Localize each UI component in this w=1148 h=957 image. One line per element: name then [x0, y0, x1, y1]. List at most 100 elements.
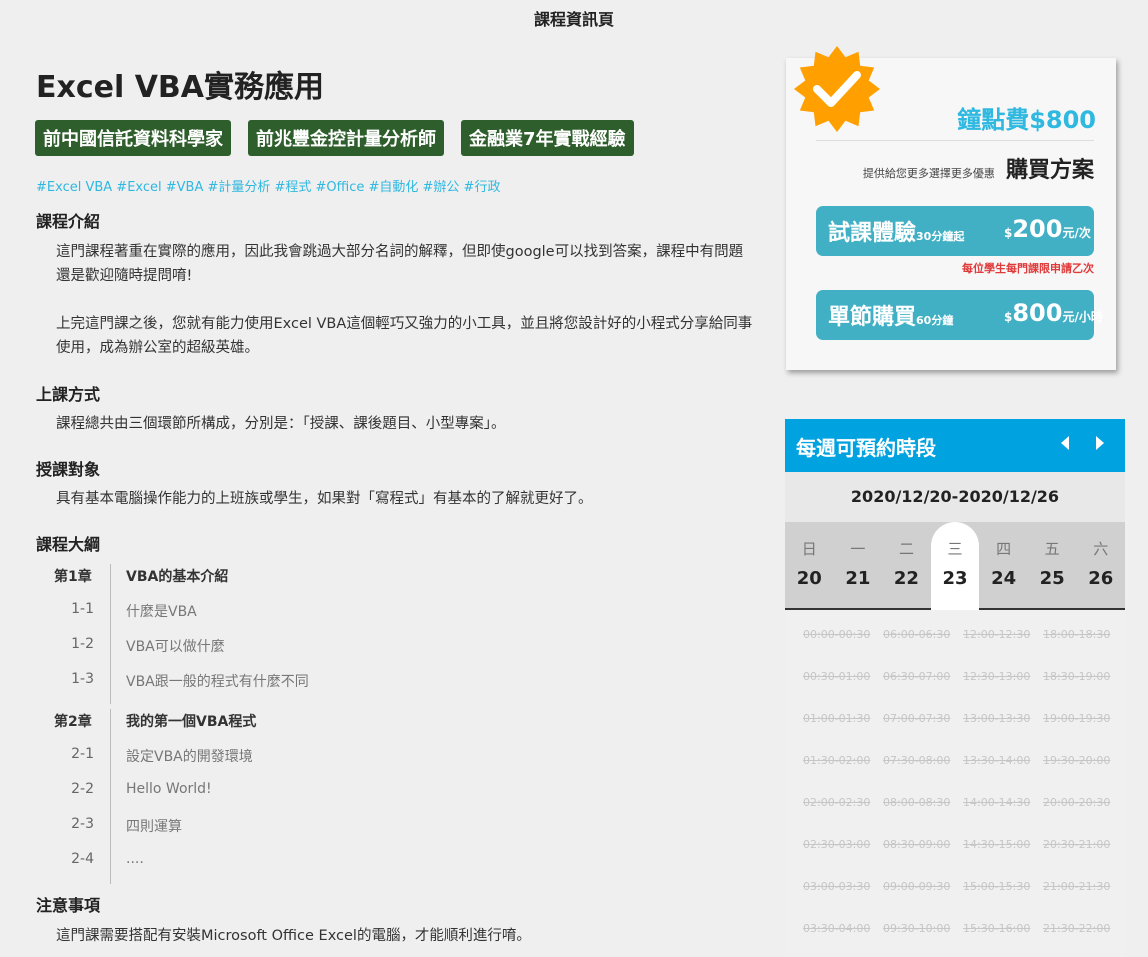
prev-week-icon[interactable]	[1061, 436, 1069, 450]
time-slot-row: 01:30-02:00 07:30-08:00 13:30-14:00 19:30-2…	[785, 754, 1125, 796]
plan-subtitle: 提供給您更多選擇更多優惠	[862, 167, 995, 180]
time-slot-row: 01:00-01:30 07:00-07:30 13:00-13:30 19:00-1…	[785, 712, 1125, 754]
time-slot-unavailable: 02:00-02:30	[803, 796, 871, 809]
plan-price: 800	[1012, 299, 1063, 327]
time-slot-row: 02:30-03:00 08:30-09:00 14:30-15:00 20:30-2…	[785, 838, 1125, 880]
lesson-title: 什麼是VBA	[126, 604, 197, 620]
time-slot-unavailable: 19:30-20:00	[1043, 754, 1111, 767]
course-tags[interactable]: #Excel VBA #Excel #VBA #計量分析 #程式 #Office…	[36, 176, 500, 195]
chapter-title: VBA的基本介紹	[126, 569, 229, 585]
day-tab[interactable]: 五 25	[1028, 522, 1077, 608]
time-slot-unavailable: 02:30-03:00	[803, 838, 871, 851]
hourly-fee: 鐘點費$800	[957, 106, 1096, 134]
lesson-number: 1-3	[71, 671, 94, 687]
section-title-method: 上課方式	[36, 385, 101, 404]
time-slot-unavailable: 07:00-07:30	[883, 712, 951, 725]
plan-header: 提供給您更多選擇更多優惠 購買方案	[863, 152, 1094, 184]
trial-plan-button[interactable]: 試課體驗30分鐘起 $200元/次	[816, 206, 1094, 256]
time-slot-unavailable: 21:30-22:00	[1043, 922, 1111, 935]
time-slot-unavailable: 12:30-13:00	[963, 670, 1031, 683]
teacher-badge: 前中國信託資料科學家	[35, 120, 231, 156]
lesson-number: 2-1	[71, 746, 94, 762]
time-slot-unavailable: 12:00-12:30	[963, 628, 1031, 641]
chapter-number: 第1章	[54, 569, 92, 585]
trial-limit-note: 每位學生每門課限申請乙次	[962, 262, 1094, 275]
time-slot-row: 00:30-01:00 06:30-07:00 12:30-13:00 18:30-1…	[785, 670, 1125, 712]
time-slot-unavailable: 09:00-09:30	[883, 880, 951, 893]
lesson-row: 1-1 什麼是VBA	[54, 599, 754, 634]
day-tab[interactable]: 日 20	[785, 522, 834, 608]
time-slot-unavailable: 01:30-02:00	[803, 754, 871, 767]
day-tab[interactable]: 二 22	[882, 522, 931, 608]
lesson-title: 四則運算	[126, 819, 182, 835]
day-selector: 日 20 一 21 二 22 三 23 四 24 五 25 六 26	[785, 522, 1125, 610]
time-slot-unavailable: 06:30-07:00	[883, 670, 951, 683]
time-slot-row: 00:00-00:30 06:00-06:30 12:00-12:30 18:00-1…	[785, 628, 1125, 670]
intro-paragraph: 上完這門課之後，您就有能力使用Excel VBA這個輕巧又強力的小工具，並且將您…	[56, 316, 753, 356]
section-title-outline: 課程大綱	[36, 535, 101, 554]
time-slot-unavailable: 15:30-16:00	[963, 922, 1031, 935]
verified-badge-icon	[794, 46, 880, 132]
plan-duration: 60分鐘	[916, 314, 954, 327]
lesson-title: VBA可以做什麼	[126, 639, 225, 655]
time-slot-unavailable: 14:00-14:30	[963, 796, 1031, 809]
teacher-badge: 金融業7年實戰經驗	[461, 120, 634, 156]
time-slot-unavailable: 20:30-21:00	[1043, 838, 1111, 851]
lesson-row: 1-3 VBA跟一般的程式有什麼不同	[54, 669, 754, 704]
section-title-intro: 課程介紹	[36, 212, 101, 231]
lesson-title: VBA跟一般的程式有什麼不同	[126, 674, 309, 690]
time-slot-unavailable: 08:00-08:30	[883, 796, 951, 809]
plan-title: 購買方案	[1005, 158, 1094, 183]
booking-header: 每週可預約時段	[785, 419, 1125, 472]
time-slot-unavailable: 13:00-13:30	[963, 712, 1031, 725]
single-plan-button[interactable]: 單節購買60分鐘 $800元/小時	[816, 290, 1103, 340]
chapter-block: 第2章 我的第一個VBA程式 2-1 設定VBA的開發環境 2-2 Hello …	[54, 709, 754, 884]
time-slot-unavailable: 13:30-14:00	[963, 754, 1031, 767]
lesson-row: 2-2 Hello World!	[54, 779, 754, 814]
plan-name: 試課體驗	[828, 221, 917, 246]
day-tab-selected[interactable]: 三 23	[930, 522, 980, 610]
booking-calendar: 每週可預約時段 2020/12/20-2020/12/26 日 20 一 21 二2…	[785, 419, 1125, 957]
time-slot-unavailable: 21:00-21:30	[1043, 880, 1111, 893]
divider	[816, 140, 1094, 141]
time-slot-unavailable: 08:30-09:00	[883, 838, 951, 851]
time-slot-unavailable: 03:30-04:00	[803, 922, 871, 935]
lesson-number: 2-2	[71, 781, 94, 797]
time-slot-unavailable: 09:30-10:00	[883, 922, 951, 935]
section-title-audience: 授課對象	[36, 460, 101, 479]
chapter-title: 我的第一個VBA程式	[126, 714, 257, 730]
notes-text: 這門課需要搭配有安裝Microsoft Office Excel的電腦，才能順利…	[56, 928, 531, 944]
plan-duration: 30分鐘起	[916, 230, 965, 243]
time-slot-unavailable: 03:00-03:30	[803, 880, 871, 893]
day-tab[interactable]: 四 24	[979, 522, 1028, 608]
page-title: 課程資訊頁	[533, 10, 614, 29]
lesson-row: 2-4 ....	[54, 849, 754, 884]
lesson-row: 2-1 設定VBA的開發環境	[54, 744, 754, 779]
course-title: Excel VBA實務應用	[36, 70, 325, 105]
time-slot-unavailable: 18:30-19:00	[1043, 670, 1111, 683]
time-slot-row: 03:30-04:00 09:30-10:00 15:30-16:00 21:30-2…	[785, 922, 1125, 957]
plan-price: 200	[1012, 215, 1063, 243]
teacher-badges: 前中國信託資料科學家 前兆豐金控計量分析師 金融業7年實戰經驗	[35, 120, 634, 156]
time-slot-unavailable: 06:00-06:30	[883, 628, 951, 641]
time-slot-unavailable: 07:30-08:00	[883, 754, 951, 767]
chapter-block: 第1章 VBA的基本介紹 1-1 什麼是VBA 1-2 VBA可以做什麼 1-3…	[54, 564, 754, 704]
time-slot-unavailable: 14:30-15:00	[963, 838, 1031, 851]
section-title-notes: 注意事項	[36, 896, 101, 915]
teacher-badge: 前兆豐金控計量分析師	[248, 120, 444, 156]
time-slot-unavailable: 19:00-19:30	[1043, 712, 1111, 725]
lesson-number: 2-4	[71, 851, 94, 867]
lesson-number: 2-3	[71, 816, 94, 832]
day-tab[interactable]: 一 21	[834, 522, 883, 608]
lesson-row: 1-2 VBA可以做什麼	[54, 634, 754, 669]
time-slot-unavailable: 20:00-20:30	[1043, 796, 1111, 809]
chapter-row: 第1章 VBA的基本介紹	[54, 564, 754, 599]
lesson-title: 設定VBA的開發環境	[126, 749, 253, 765]
time-slot-grid: 00:00-00:30 06:00-06:30 12:00-12:30 18:00-1…	[785, 610, 1125, 957]
next-week-icon[interactable]	[1096, 436, 1104, 450]
time-slot-unavailable: 18:00-18:30	[1043, 628, 1111, 641]
day-tab[interactable]: 六 26	[1076, 522, 1125, 608]
lesson-row: 2-3 四則運算	[54, 814, 754, 849]
audience-text: 具有基本電腦操作能力的上班族或學生，如果對「寫程式」有基本的了解就更好了。	[56, 491, 593, 507]
plan-name: 單節購買	[828, 305, 917, 330]
